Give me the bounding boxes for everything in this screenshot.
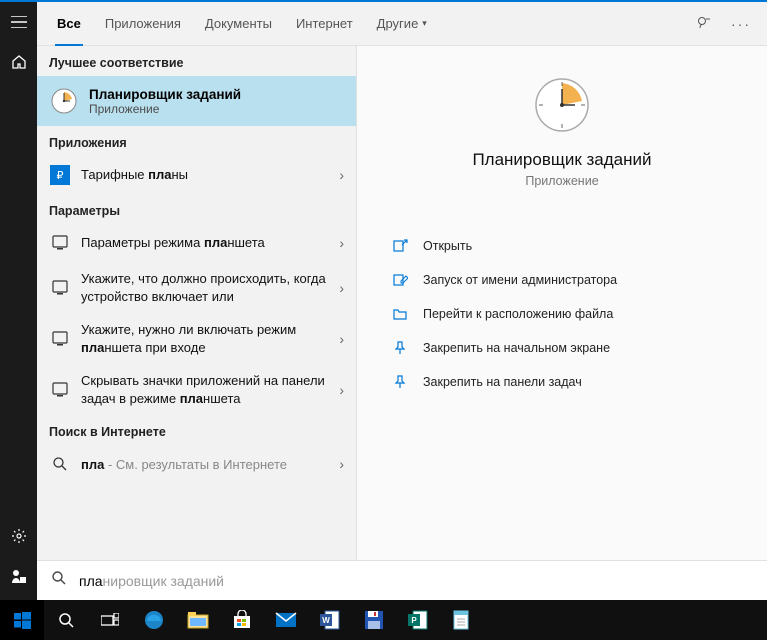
search-suggestion-ghost: нировщик заданий: [103, 573, 224, 589]
tablet-icon: [49, 379, 71, 401]
best-match-subtitle: Приложение: [89, 102, 241, 116]
edge-taskbar-icon[interactable]: [132, 600, 176, 640]
hamburger-button[interactable]: [0, 2, 37, 42]
preview-pane: Планировщик заданий Приложение Открыть: [357, 46, 767, 560]
action-file-location[interactable]: Перейти к расположению файла: [387, 298, 737, 330]
section-web: Поиск в Интернете: [37, 415, 356, 445]
action-list: Открыть Запуск от имени администратора П…: [387, 230, 737, 398]
svg-text:W: W: [322, 616, 330, 625]
search-typed: пла: [79, 573, 103, 589]
svg-text:P: P: [411, 616, 417, 625]
task-view-button[interactable]: [88, 600, 132, 640]
tab-all[interactable]: Все: [47, 2, 91, 46]
pin-start-icon: [391, 339, 409, 357]
action-open-label: Открыть: [423, 239, 472, 253]
action-run-admin-label: Запуск от имени администратора: [423, 273, 617, 287]
action-pin-start-label: Закрепить на начальном экране: [423, 341, 610, 355]
tablet-icon: [49, 277, 71, 299]
task-scheduler-icon: [49, 86, 79, 116]
explorer-taskbar-icon[interactable]: [176, 600, 220, 640]
more-options-button[interactable]: ···: [725, 8, 757, 40]
settings-result-item[interactable]: Параметры режима планшета ›: [37, 224, 356, 262]
chevron-right-icon: ›: [339, 167, 344, 183]
search-icon: [51, 570, 67, 591]
action-open[interactable]: Открыть: [387, 230, 737, 262]
search-input[interactable]: планировщик заданий: [79, 573, 224, 589]
store-taskbar-icon[interactable]: [220, 600, 264, 640]
web-result-item[interactable]: пла - См. результаты в Интернете ›: [37, 445, 356, 483]
chevron-right-icon: ›: [339, 456, 344, 472]
tab-apps[interactable]: Приложения: [95, 2, 191, 46]
settings-result-text: Параметры режима планшета: [81, 234, 329, 252]
word-taskbar-icon[interactable]: W: [308, 600, 352, 640]
settings-result-item[interactable]: Скрывать значки приложений на панели зад…: [37, 364, 356, 415]
chevron-right-icon: ›: [339, 235, 344, 251]
taskbar: W P: [0, 600, 767, 640]
web-result-text: пла - См. результаты в Интернете: [81, 456, 329, 474]
left-sidebar: [0, 0, 37, 640]
scope-tabs: Все Приложения Документы Интернет Другие…: [37, 2, 767, 46]
task-scheduler-large-icon: [533, 76, 591, 134]
publisher-taskbar-icon[interactable]: P: [396, 600, 440, 640]
app-tile-icon: ₽: [49, 164, 71, 186]
action-pin-taskbar[interactable]: Закрепить на панели задач: [387, 366, 737, 398]
chevron-right-icon: ›: [339, 331, 344, 347]
open-icon: [391, 237, 409, 255]
tablet-icon: [49, 232, 71, 254]
tab-more[interactable]: Другие ▾: [367, 2, 437, 46]
settings-gear-button[interactable]: [0, 516, 37, 556]
search-taskbar-button[interactable]: [44, 600, 88, 640]
settings-result-text: Укажите, нужно ли включать режим планшет…: [81, 321, 329, 356]
best-match-title: Планировщик заданий: [89, 87, 241, 102]
admin-icon: [391, 271, 409, 289]
home-button[interactable]: [0, 42, 37, 82]
section-settings: Параметры: [37, 194, 356, 224]
search-panel: Все Приложения Документы Интернет Другие…: [37, 0, 767, 600]
chevron-right-icon: ›: [339, 280, 344, 296]
start-button[interactable]: [0, 600, 44, 640]
tab-web[interactable]: Интернет: [286, 2, 363, 46]
tablet-icon: [49, 328, 71, 350]
account-button[interactable]: [0, 556, 37, 596]
search-bar[interactable]: планировщик заданий: [37, 560, 767, 600]
results-list: Лучшее соответствие Планировщик заданий …: [37, 46, 357, 560]
search-icon: [49, 453, 71, 475]
mail-taskbar-icon[interactable]: [264, 600, 308, 640]
tab-documents[interactable]: Документы: [195, 2, 282, 46]
save-taskbar-icon[interactable]: [352, 600, 396, 640]
preview-subtitle: Приложение: [525, 174, 598, 188]
action-file-location-label: Перейти к расположению файла: [423, 307, 613, 321]
pin-taskbar-icon: [391, 373, 409, 391]
section-apps: Приложения: [37, 126, 356, 156]
tab-more-label: Другие: [377, 16, 419, 31]
settings-result-item[interactable]: Укажите, что должно происходить, когда у…: [37, 262, 356, 313]
action-pin-taskbar-label: Закрепить на панели задач: [423, 375, 582, 389]
notepad-taskbar-icon[interactable]: [440, 600, 484, 640]
feedback-button[interactable]: [689, 8, 721, 40]
chevron-right-icon: ›: [339, 382, 344, 398]
chevron-down-icon: ▾: [422, 18, 427, 29]
action-run-admin[interactable]: Запуск от имени администратора: [387, 264, 737, 296]
settings-result-text: Скрывать значки приложений на панели зад…: [81, 372, 329, 407]
settings-result-item[interactable]: Укажите, нужно ли включать режим планшет…: [37, 313, 356, 364]
best-match-item[interactable]: Планировщик заданий Приложение: [37, 76, 356, 126]
folder-icon: [391, 305, 409, 323]
settings-result-text: Укажите, что должно происходить, когда у…: [81, 270, 329, 305]
action-pin-start[interactable]: Закрепить на начальном экране: [387, 332, 737, 364]
section-best-match: Лучшее соответствие: [37, 46, 356, 76]
app-result-item[interactable]: ₽ Тарифные планы ›: [37, 156, 356, 194]
app-result-text: Тарифные планы: [81, 166, 329, 184]
preview-title: Планировщик заданий: [472, 150, 651, 170]
